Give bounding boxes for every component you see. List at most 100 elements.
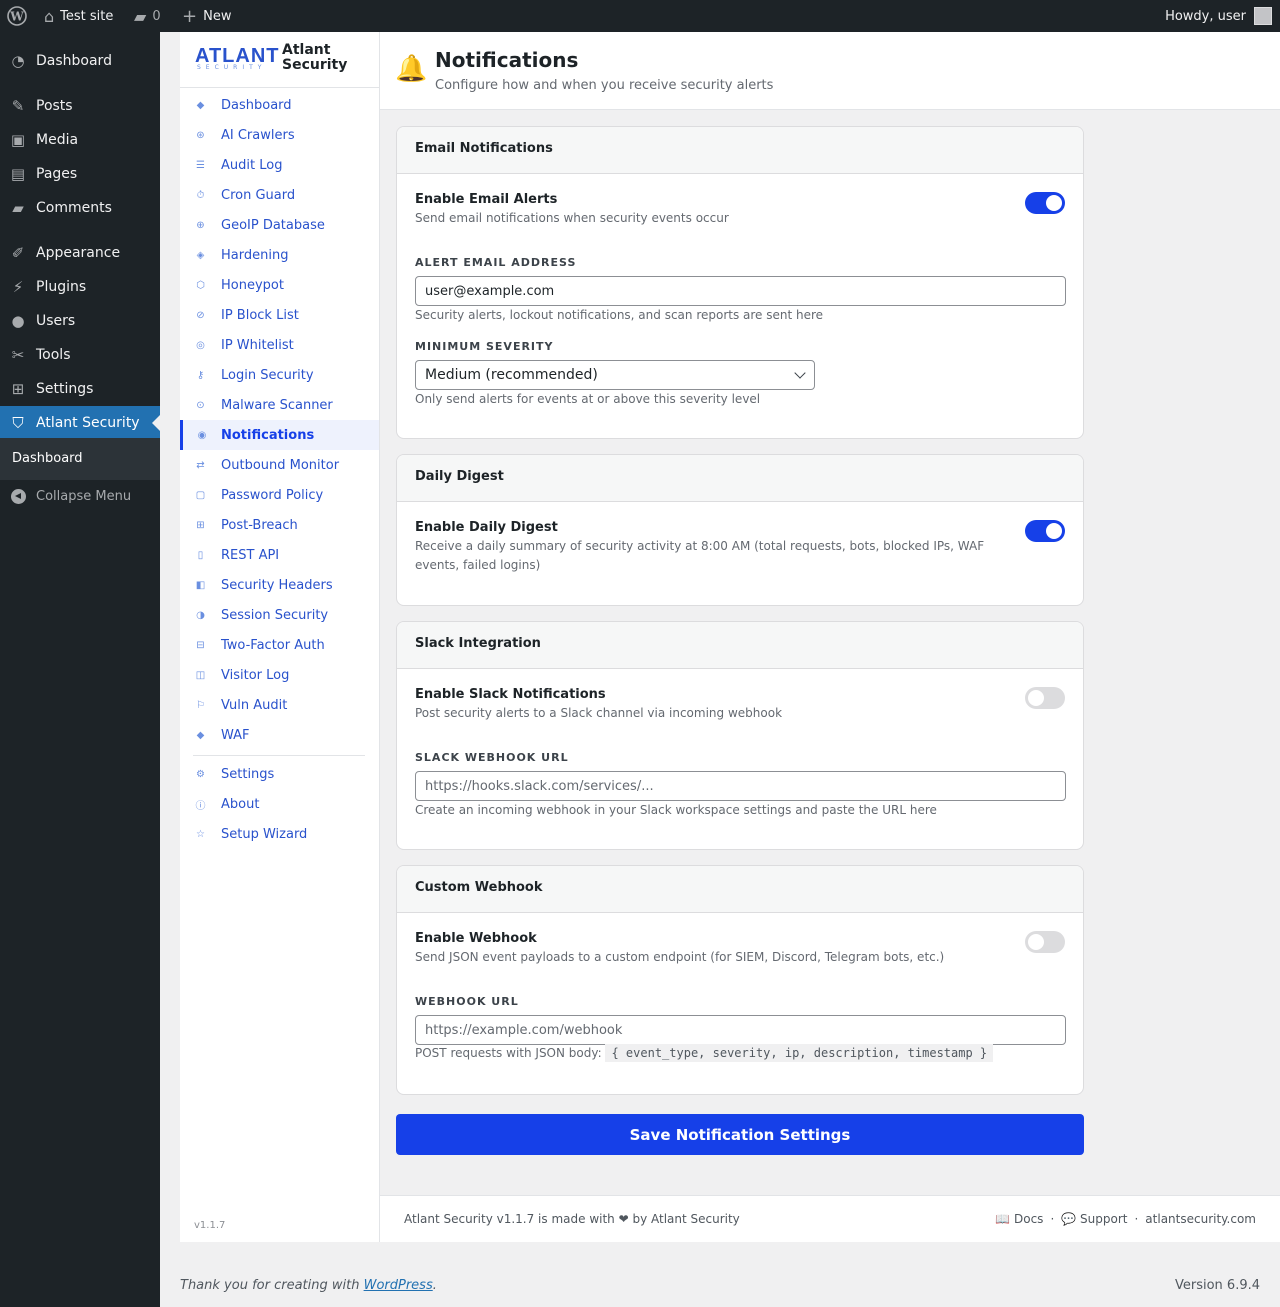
- wrench-icon: ✂: [11, 346, 25, 364]
- sidebar-item-rest-api[interactable]: ▯ REST API: [180, 540, 379, 570]
- sidebar-item-two-factor-auth[interactable]: ⊟ Two-Factor Auth: [180, 630, 379, 660]
- site-link[interactable]: atlantsecurity.com: [1145, 1212, 1256, 1226]
- atlant-logo-sub: SECURITY: [197, 64, 267, 71]
- sidebar-item-visitor-log[interactable]: ◫ Visitor Log: [180, 660, 379, 690]
- sidebar-item-settings[interactable]: ⚙ Settings: [180, 759, 379, 789]
- plugin-sidebar: ATLANT SECURITY Atlant Security ◆ Dashboa…: [180, 32, 380, 1242]
- sidebar-item-icon: ◆: [196, 729, 205, 741]
- custom-webhook-card: Custom Webhook Enable Webhook Send JSON …: [396, 865, 1084, 1095]
- comments-link[interactable]: ▰ 0: [134, 0, 161, 32]
- sidebar-item-malware-scanner[interactable]: ⊙ Malware Scanner: [180, 390, 379, 420]
- sidebar-item-honeypot[interactable]: ⬡ Honeypot: [180, 270, 379, 300]
- sidebar-item-ip-block-list[interactable]: ⊘ IP Block List: [180, 300, 379, 330]
- sidebar-item-label: Two-Factor Auth: [221, 637, 325, 653]
- menu-item-atlant-security[interactable]: ⛉ Atlant Security: [0, 406, 160, 440]
- sidebar-item-vuln-audit[interactable]: ⚐ Vuln Audit: [180, 690, 379, 720]
- sidebar-item-about[interactable]: ⓘ About: [180, 789, 379, 819]
- menu-item-appearance[interactable]: ✐ Appearance: [0, 236, 160, 270]
- menu-item-pages[interactable]: ▤ Pages: [0, 157, 160, 191]
- page-title: Notifications: [435, 48, 579, 72]
- docs-link[interactable]: 📖 Docs: [995, 1212, 1043, 1226]
- sidebar-item-login-security[interactable]: ⚷ Login Security: [180, 360, 379, 390]
- support-link[interactable]: 💬 Support: [1061, 1212, 1127, 1226]
- wordpress-link[interactable]: WordPress: [364, 1278, 433, 1293]
- enable-digest-desc: Receive a daily summary of security acti…: [415, 539, 985, 553]
- sidebar-item-icon: ◎: [196, 339, 205, 351]
- bell-icon: 🔔: [395, 54, 428, 84]
- page-header: 🔔 Notifications Configure how and when y…: [380, 32, 1280, 110]
- sidebar-item-notifications[interactable]: ◉ Notifications: [180, 420, 379, 450]
- sidebar-item-setup-wizard[interactable]: ☆ Setup Wizard: [180, 819, 379, 849]
- sidebar-item-label: GeoIP Database: [221, 217, 325, 233]
- sidebar-item-password-policy[interactable]: ▢ Password Policy: [180, 480, 379, 510]
- shield-icon: ⛉: [12, 414, 24, 432]
- webhook-toggle[interactable]: [1025, 931, 1065, 953]
- min-severity-select[interactable]: Medium (recommended): [415, 360, 815, 390]
- plugin-version: v1.1.7: [194, 1220, 226, 1231]
- submenu-item-dashboard[interactable]: Dashboard: [12, 451, 83, 466]
- sidebar-item-security-headers[interactable]: ◧ Security Headers: [180, 570, 379, 600]
- sidebar-item-hardening[interactable]: ◈ Hardening: [180, 240, 379, 270]
- menu-item-dashboard[interactable]: ◔ Dashboard: [0, 44, 160, 78]
- email-alerts-toggle[interactable]: [1025, 192, 1065, 214]
- collapse-arrow-icon: [11, 488, 26, 504]
- save-notification-settings-button[interactable]: Save Notification Settings: [396, 1114, 1084, 1155]
- alert-email-input[interactable]: [415, 276, 1066, 306]
- account-menu[interactable]: Howdy, user: [1165, 0, 1272, 32]
- brand-name: Atlant Security: [282, 42, 348, 73]
- menu-item-users[interactable]: ● Users: [0, 304, 160, 338]
- slack-webhook-input[interactable]: [415, 771, 1066, 801]
- wordpress-logo-icon[interactable]: W: [7, 0, 27, 32]
- sidebar-item-label: Session Security: [221, 607, 329, 623]
- sidebar-item-label: Honeypot: [221, 277, 284, 293]
- sidebar-item-geoip-database[interactable]: ⊕ GeoIP Database: [180, 210, 379, 240]
- sidebar-item-outbound-monitor[interactable]: ⇄ Outbound Monitor: [180, 450, 379, 480]
- sidebar-item-audit-log[interactable]: ☰ Audit Log: [180, 150, 379, 180]
- sidebar-item-label: Outbound Monitor: [221, 457, 340, 473]
- menu-item-settings[interactable]: ⊞ Settings: [0, 372, 160, 406]
- sidebar-item-icon: ⬡: [196, 279, 205, 291]
- slack-integration-card: Slack Integration Enable Slack Notificat…: [396, 621, 1084, 850]
- sidebar-item-icon: ⊕: [196, 219, 205, 231]
- sidebar-item-label: Password Policy: [221, 487, 324, 503]
- menu-item-comments[interactable]: ▰ Comments: [0, 191, 160, 225]
- webhook-url-input[interactable]: [415, 1015, 1066, 1045]
- sidebar-item-ip-whitelist[interactable]: ◎ IP Whitelist: [180, 330, 379, 360]
- sidebar-item-label: AI Crawlers: [221, 127, 295, 143]
- enable-email-desc: Send email notifications when security e…: [415, 211, 729, 225]
- sidebar-item-icon: ◧: [195, 579, 206, 591]
- dashboard-icon: ◔: [11, 52, 25, 70]
- user-icon: ●: [11, 312, 25, 330]
- webhook-help: POST requests with JSON body: { event_ty…: [415, 1044, 994, 1062]
- sidebar-item-icon: ◉: [197, 429, 207, 441]
- sidebar-item-waf[interactable]: ◆ WAF: [180, 720, 379, 750]
- site-name-link[interactable]: ⌂ Test site: [44, 0, 113, 32]
- menu-item-tools[interactable]: ✂ Tools: [0, 338, 160, 372]
- sidebar-item-icon: ◆: [196, 99, 205, 111]
- menu-item-media[interactable]: ▣ Media: [0, 123, 160, 157]
- enable-webhook-title: Enable Webhook: [415, 931, 537, 946]
- sidebar-item-ai-crawlers[interactable]: ⊛ AI Crawlers: [180, 120, 379, 150]
- sidebar-item-icon: ⚷: [196, 369, 205, 381]
- sidebar-item-icon: ⊞: [196, 519, 205, 531]
- new-content-link[interactable]: + New: [182, 0, 231, 32]
- media-icon: ▣: [10, 131, 26, 149]
- plugin-footer-text: Atlant Security v1.1.7 is made with ❤ by…: [404, 1212, 740, 1226]
- sidebar-item-session-security[interactable]: ◑ Session Security: [180, 600, 379, 630]
- collapse-menu-button[interactable]: Collapse Menu: [0, 484, 160, 508]
- comment-icon: ▰: [134, 6, 147, 26]
- menu-item-plugins[interactable]: ⚡ Plugins: [0, 270, 160, 304]
- sidebar-item-icon: ☰: [196, 159, 205, 171]
- sidebar-item-cron-guard[interactable]: ⏱ Cron Guard: [180, 180, 379, 210]
- comment-icon: ▰: [12, 199, 24, 217]
- email-notifications-card: Email Notifications Enable Email Alerts …: [396, 126, 1084, 439]
- slack-toggle[interactable]: [1025, 687, 1065, 709]
- menu-item-posts[interactable]: ✎ Posts: [0, 89, 160, 123]
- sidebar-item-icon: ⊘: [196, 309, 205, 321]
- daily-digest-card: Daily Digest Enable Daily Digest Receive…: [396, 454, 1084, 606]
- daily-digest-toggle[interactable]: [1025, 520, 1065, 542]
- sidebar-item-label: Security Headers: [221, 577, 333, 593]
- sidebar-item-post-breach[interactable]: ⊞ Post-Breach: [180, 510, 379, 540]
- sidebar-item-label: Settings: [221, 766, 275, 782]
- sidebar-item-dashboard[interactable]: ◆ Dashboard: [180, 90, 379, 120]
